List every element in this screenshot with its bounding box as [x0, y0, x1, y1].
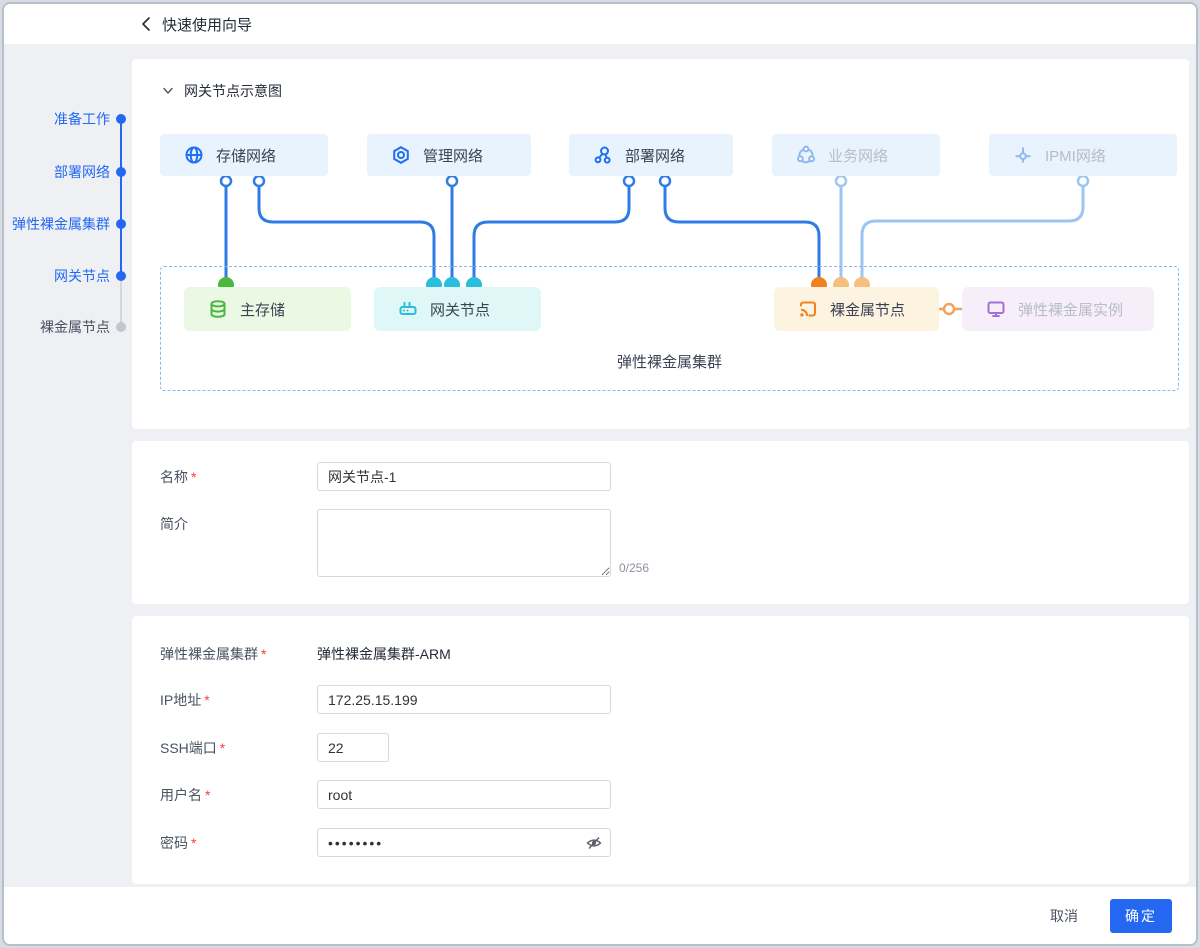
description-row: 简介 0/256: [160, 509, 649, 577]
step-label[interactable]: 准备工作: [4, 109, 110, 129]
node-box-instance[interactable]: 弹性裸金属实例: [962, 287, 1154, 331]
network-box-storage[interactable]: 存储网络: [160, 134, 328, 176]
connection-info-card: 弹性裸金属集群* 弹性裸金属集群-ARM IP地址* SSH端口* 用户名* 密…: [132, 616, 1189, 884]
node-label: 裸金属节点: [830, 301, 906, 319]
ssh-port-row: SSH端口 *: [160, 733, 389, 762]
cluster-value: 弹性裸金属集群-ARM: [317, 646, 451, 662]
node-box-gateway[interactable]: 网关节点: [374, 287, 541, 331]
network-box-ipmi[interactable]: IPMI网络: [989, 134, 1177, 176]
basic-info-card: 名称* 简介 0/256: [132, 441, 1189, 604]
monitor-icon: [987, 301, 1005, 317]
action-footer: 取消 确定: [4, 887, 1196, 944]
ssh-port-label: SSH端口 *: [160, 739, 226, 756]
ssh-port-input[interactable]: [317, 733, 389, 762]
step-label[interactable]: 网关节点: [4, 266, 110, 286]
nodes-icon: [594, 146, 611, 164]
network-label: 管理网络: [423, 147, 484, 165]
node-box-main-storage[interactable]: 主存储: [184, 287, 351, 331]
stepper-item-gateway-node[interactable]: 网关节点: [4, 266, 132, 286]
network-box-business[interactable]: 业务网络: [772, 134, 940, 176]
required-asterisk: *: [219, 739, 226, 756]
step-dot: [116, 167, 126, 177]
username-label: 用户名 *: [160, 786, 211, 803]
node-label: 网关节点: [430, 301, 491, 319]
password-field-wrap: [317, 828, 611, 857]
network-label: 存储网络: [216, 147, 277, 165]
step-dot: [116, 271, 126, 281]
node-box-baremetal[interactable]: 裸金属节点: [774, 287, 939, 331]
step-dot: [116, 322, 126, 332]
page-header: 快速使用向导: [4, 4, 1196, 44]
network-box-management[interactable]: 管理网络: [367, 134, 531, 176]
step-label[interactable]: 部署网络: [4, 162, 110, 182]
step-dot: [116, 219, 126, 229]
diagram-card: 网关节点示意图 存储网络 管理网络 部署网络 业务网络 IPMI网络 主存储 网…: [132, 59, 1189, 429]
network-box-deployment[interactable]: 部署网络: [569, 134, 733, 176]
network-label: IPMI网络: [1045, 147, 1106, 165]
name-row: 名称 *: [160, 462, 611, 491]
cast-icon: [800, 301, 816, 317]
required-asterisk: *: [191, 834, 197, 851]
page-title: 快速使用向导: [162, 16, 253, 34]
database-icon: [210, 300, 226, 318]
network-label: 业务网络: [828, 147, 889, 165]
description-label: 简介: [160, 516, 188, 532]
wizard-stepper: 准备工作 部署网络 弹性裸金属集群 网关节点 裸金属节点: [4, 44, 132, 944]
node-label: 弹性裸金属实例: [1018, 301, 1124, 319]
step-label[interactable]: 裸金属节点: [4, 317, 110, 337]
wizard-window: 快速使用向导 准备工作 部署网络 弹性裸金属集群 网关节点 裸金属节点 网关节点…: [2, 2, 1198, 946]
username-input[interactable]: [317, 780, 611, 809]
axis-icon: [1015, 147, 1031, 163]
ip-label: IP地址 *: [160, 691, 210, 708]
stepper-item-deploy-network[interactable]: 部署网络: [4, 162, 132, 182]
cluster-row: 弹性裸金属集群 * 弹性裸金属集群-ARM: [160, 644, 451, 664]
confirm-button[interactable]: 确定: [1110, 898, 1172, 933]
network-label: 部署网络: [625, 147, 686, 165]
name-label: 名称 *: [160, 468, 197, 485]
cycle-icon: [797, 145, 816, 164]
stepper-item-prepare[interactable]: 准备工作: [4, 109, 132, 129]
name-input[interactable]: [317, 462, 611, 491]
description-textarea[interactable]: [317, 509, 611, 577]
gear-hex-icon: [393, 146, 409, 164]
back-chevron-icon[interactable]: [138, 16, 154, 32]
required-asterisk: *: [205, 786, 211, 803]
username-row: 用户名 *: [160, 780, 611, 809]
globe-icon: [185, 146, 203, 164]
cluster-label: 弹性裸金属集群: [616, 354, 722, 371]
stepper-line-done: [120, 119, 122, 276]
eye-off-icon[interactable]: [586, 835, 602, 851]
ip-input[interactable]: [317, 685, 611, 714]
step-label[interactable]: 弹性裸金属集群: [4, 214, 110, 234]
router-icon: [399, 302, 417, 315]
password-label: 密码 *: [160, 834, 197, 851]
password-input[interactable]: [317, 828, 611, 857]
password-row: 密码 *: [160, 828, 611, 857]
required-asterisk: *: [204, 691, 210, 708]
required-asterisk: *: [191, 468, 197, 485]
gateway-diagram: 存储网络 管理网络 部署网络 业务网络 IPMI网络 主存储 网关节点 裸金属节…: [132, 59, 1189, 429]
stepper-item-cluster[interactable]: 弹性裸金属集群: [4, 214, 132, 234]
char-counter: 0/256: [619, 561, 650, 575]
stepper-item-baremetal-node[interactable]: 裸金属节点: [4, 317, 132, 337]
step-dot: [116, 114, 126, 124]
cancel-button[interactable]: 取消: [1044, 905, 1084, 927]
node-label: 主存储: [240, 301, 286, 319]
cluster-label: 弹性裸金属集群 *: [160, 646, 267, 662]
required-asterisk: *: [261, 646, 267, 662]
ip-row: IP地址 *: [160, 685, 611, 714]
